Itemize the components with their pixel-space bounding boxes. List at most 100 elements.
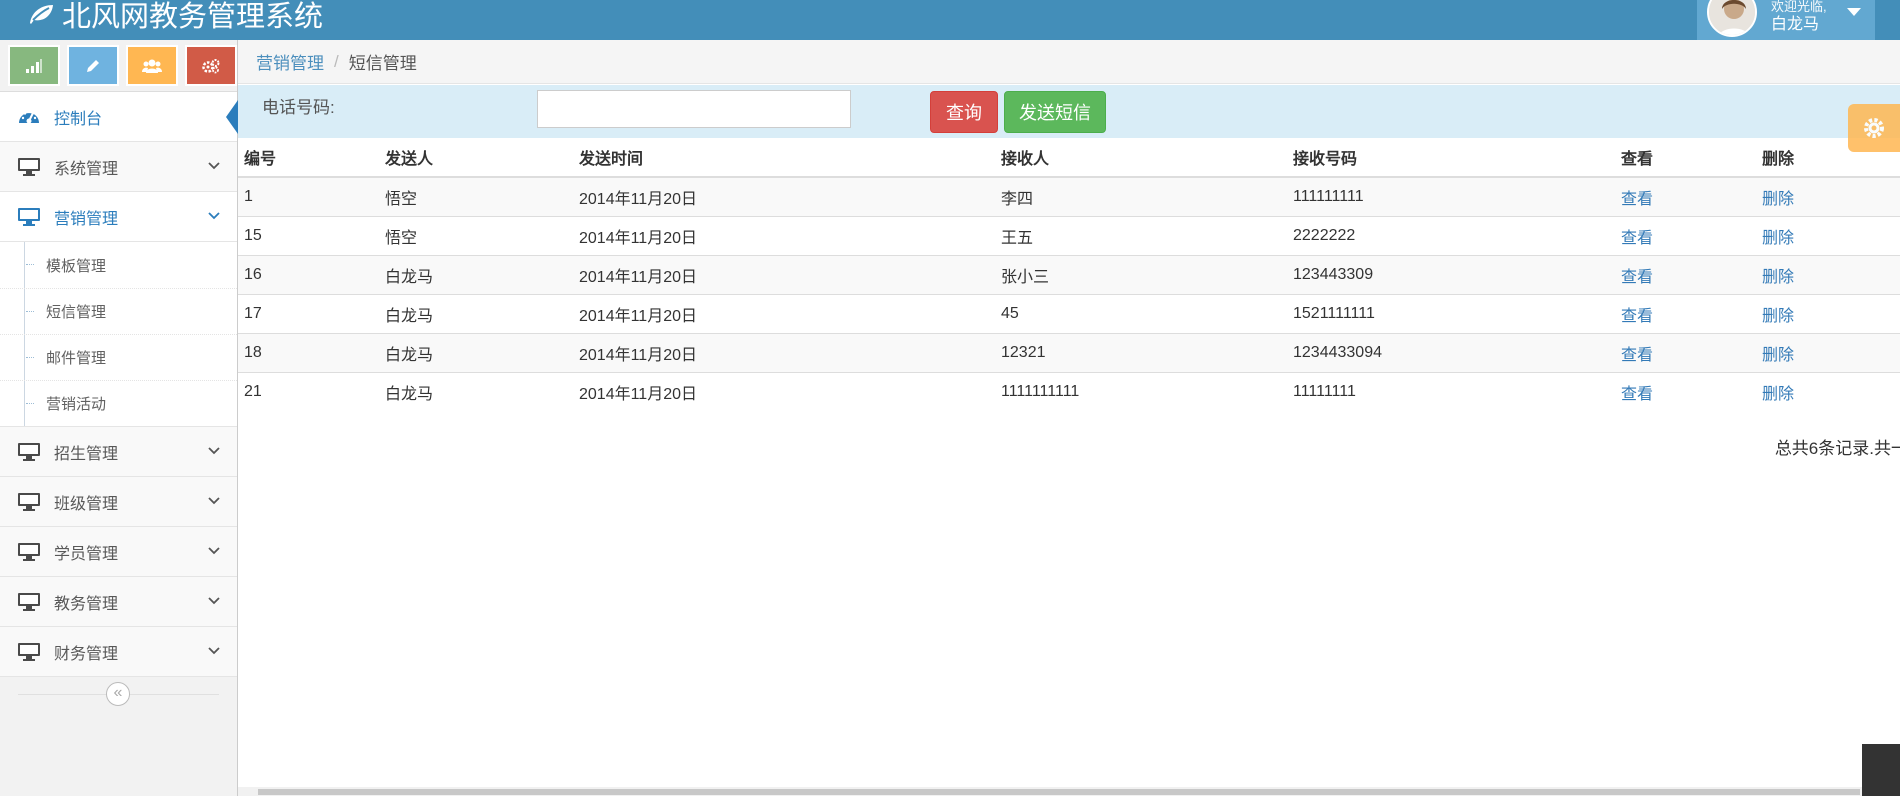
breadcrumb-link-marketing[interactable]: 营销管理: [256, 49, 324, 74]
sms-table: 编号 发送人 发送时间 接收人 接收号码 查看 删除 1 悟空 2014年11月…: [238, 138, 1900, 411]
submenu-item-email[interactable]: 邮件管理: [0, 334, 237, 380]
view-link[interactable]: 查看: [1621, 269, 1653, 286]
delete-link[interactable]: 删除: [1762, 386, 1794, 403]
cell-id: 21: [238, 371, 379, 411]
cell-number: 123443309: [1287, 254, 1615, 294]
column-header: 查看: [1615, 138, 1756, 178]
cell-time: 2014年11月20日: [573, 332, 995, 372]
column-header: 接收人: [995, 138, 1287, 178]
view-link[interactable]: 查看: [1621, 347, 1653, 364]
submenu-item-sms[interactable]: 短信管理: [0, 288, 237, 334]
sidebar-item-classes[interactable]: 班级管理: [0, 477, 237, 527]
desktop-icon: [16, 207, 42, 227]
sidebar-item-academic[interactable]: 教务管理: [0, 577, 237, 627]
sidebar-item-dashboard[interactable]: 控制台: [0, 92, 238, 142]
submenu-item-templates[interactable]: 模板管理: [0, 242, 237, 288]
table-row: 18 白龙马 2014年11月20日 12321 1234433094 查看 删…: [238, 332, 1900, 372]
sidebar-item-marketing[interactable]: 营销管理: [0, 192, 237, 242]
cell-number: 2222222: [1287, 215, 1615, 255]
delete-link[interactable]: 删除: [1762, 269, 1794, 286]
desktop-icon: [16, 542, 42, 562]
view-link[interactable]: 查看: [1621, 191, 1653, 208]
sidebar-item-finance[interactable]: 财务管理: [0, 627, 237, 677]
user-info: 欢迎光临, 白龙马: [1771, 0, 1827, 34]
shortcut-edit-button[interactable]: [67, 45, 119, 86]
pencil-icon: [87, 59, 99, 72]
cell-id: 16: [238, 254, 379, 294]
cell-sender: 白龙马: [379, 371, 573, 411]
column-header: 发送时间: [573, 138, 995, 178]
delete-link[interactable]: 删除: [1762, 308, 1794, 325]
table-row: 21 白龙马 2014年11月20日 1111111111 11111111 查…: [238, 371, 1900, 411]
cell-number: 111111111: [1287, 176, 1615, 216]
chevron-down-icon: [208, 212, 220, 220]
shortcut-bar: [0, 40, 237, 92]
users-icon: [142, 59, 162, 73]
cell-number: 11111111: [1287, 371, 1615, 411]
sidebar-item-label: 教务管理: [54, 595, 119, 613]
desktop-icon: [16, 642, 42, 662]
scrollbar-thumb[interactable]: [258, 789, 1860, 795]
chevron-down-icon: [208, 162, 220, 170]
sidebar-item-students[interactable]: 学员管理: [0, 527, 237, 577]
cell-receiver: 李四: [995, 176, 1287, 216]
desktop-icon: [16, 442, 42, 462]
welcome-text: 欢迎光临,: [1771, 0, 1827, 14]
cell-view: 查看: [1615, 293, 1756, 333]
shortcut-users-button[interactable]: [126, 45, 178, 86]
cell-view: 查看: [1615, 332, 1756, 372]
send-sms-button[interactable]: 发送短信: [1004, 91, 1106, 133]
delete-link[interactable]: 删除: [1762, 230, 1794, 247]
cell-sender: 悟空: [379, 215, 573, 255]
view-link[interactable]: 查看: [1621, 386, 1653, 403]
sidebar-item-admissions[interactable]: 招生管理: [0, 427, 237, 477]
user-menu[interactable]: 欢迎光临, 白龙马: [1697, 0, 1875, 40]
view-link[interactable]: 查看: [1621, 308, 1653, 325]
search-bar: 电话号码: 查询 发送短信: [238, 85, 1900, 138]
cell-id: 18: [238, 332, 379, 372]
cell-delete: 删除: [1756, 371, 1900, 411]
horizontal-scrollbar[interactable]: [238, 787, 1900, 796]
cell-delete: 删除: [1756, 176, 1900, 216]
delete-link[interactable]: 删除: [1762, 347, 1794, 364]
query-button[interactable]: 查询: [930, 91, 998, 133]
user-name: 白龙马: [1771, 16, 1820, 33]
submenu-item-campaigns[interactable]: 营销活动: [0, 380, 237, 426]
table-row: 1 悟空 2014年11月20日 李四 111111111 查看 删除: [238, 176, 1900, 216]
table-row: 16 白龙马 2014年11月20日 张小三 123443309 查看 删除: [238, 254, 1900, 294]
column-header: 发送人: [379, 138, 573, 178]
settings-panel-toggle[interactable]: [1848, 104, 1900, 152]
sidebar-item-system[interactable]: 系统管理: [0, 142, 237, 192]
cell-delete: 删除: [1756, 293, 1900, 333]
cell-sender: 白龙马: [379, 293, 573, 333]
cell-receiver: 1111111111: [995, 371, 1287, 411]
cell-sender: 白龙马: [379, 332, 573, 372]
cell-receiver: 王五: [995, 215, 1287, 255]
cell-number: 1521111111: [1287, 293, 1615, 333]
sidebar-item-label: 财务管理: [54, 645, 119, 663]
shortcut-settings-button[interactable]: [185, 45, 237, 86]
cell-number: 1234433094: [1287, 332, 1615, 372]
view-link[interactable]: 查看: [1621, 230, 1653, 247]
sidebar-item-label: 控制台: [54, 110, 103, 128]
scroll-to-top-button[interactable]: [1862, 744, 1900, 796]
table-header-row: 编号 发送人 发送时间 接收人 接收号码 查看 删除: [238, 138, 1900, 178]
chevron-down-icon: [208, 647, 220, 655]
leaf-icon: [30, 5, 53, 24]
sidebar: 控制台 系统管理 营销管理 模板管理 短信管理 邮件管理 营销活动 招生管理 班…: [0, 40, 238, 796]
avatar: [1707, 0, 1757, 37]
delete-link[interactable]: 删除: [1762, 191, 1794, 208]
dashboard-icon: [16, 107, 42, 127]
cell-receiver: 45: [995, 293, 1287, 333]
column-header: 接收号码: [1287, 138, 1615, 178]
marketing-submenu: 模板管理 短信管理 邮件管理 营销活动: [0, 242, 237, 427]
breadcrumb-separator: /: [334, 51, 339, 71]
phone-input[interactable]: [537, 90, 851, 128]
brand[interactable]: 北风网教务管理系统: [28, 0, 323, 34]
shortcut-stats-button[interactable]: [8, 45, 60, 86]
cell-view: 查看: [1615, 254, 1756, 294]
collapse-sidebar-button[interactable]: «: [106, 682, 130, 706]
column-header: 编号: [238, 138, 379, 178]
cell-sender: 白龙马: [379, 254, 573, 294]
caret-down-icon[interactable]: [1847, 8, 1861, 16]
